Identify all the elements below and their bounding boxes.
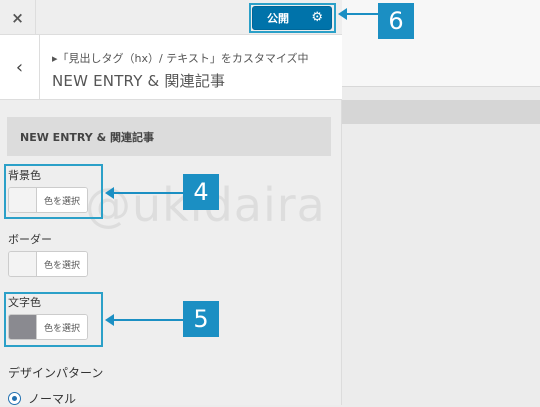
preview-divider (342, 86, 540, 87)
border-color-button-label: 色を選択 (37, 252, 87, 276)
callout-arrow-5 (113, 319, 183, 321)
radio-selected-icon[interactable] (8, 392, 21, 405)
content-heading: NEW ENTRY & 関連記事 (7, 117, 331, 156)
callout-arrow-6 (346, 13, 378, 15)
highlight-background-color (4, 164, 103, 219)
callout-arrowhead-4 (105, 187, 114, 199)
pattern-option-label: ノーマル (28, 392, 77, 406)
callout-badge-6: 6 (378, 3, 414, 39)
back-button[interactable]: ‹ (0, 35, 40, 99)
border-color-label: ボーダー (8, 233, 52, 246)
chevron-left-icon: ‹ (15, 56, 24, 78)
section-title: NEW ENTRY & 関連記事 (52, 72, 226, 90)
highlight-publish (249, 3, 336, 33)
section-header: ‹ ▸「見出しタグ（hx）/ テキスト」をカスタマイズ中 NEW ENTRY &… (0, 35, 342, 100)
callout-arrowhead-6 (338, 8, 347, 20)
callout-arrow-4 (113, 192, 183, 194)
border-color-swatch (9, 252, 37, 276)
callout-badge-4: 4 (183, 174, 219, 210)
border-color-button[interactable]: 色を選択 (8, 251, 88, 277)
pattern-option-normal[interactable]: ノーマル (8, 390, 76, 407)
preview-band (342, 100, 540, 124)
callout-arrowhead-5 (105, 314, 114, 326)
close-button[interactable]: × (0, 0, 36, 35)
design-pattern-label: デザインパターン (8, 366, 104, 380)
highlight-text-color (4, 292, 103, 347)
close-icon: × (11, 8, 24, 27)
callout-badge-5: 5 (183, 301, 219, 337)
breadcrumb: ▸「見出しタグ（hx）/ テキスト」をカスタマイズ中 (52, 52, 309, 65)
